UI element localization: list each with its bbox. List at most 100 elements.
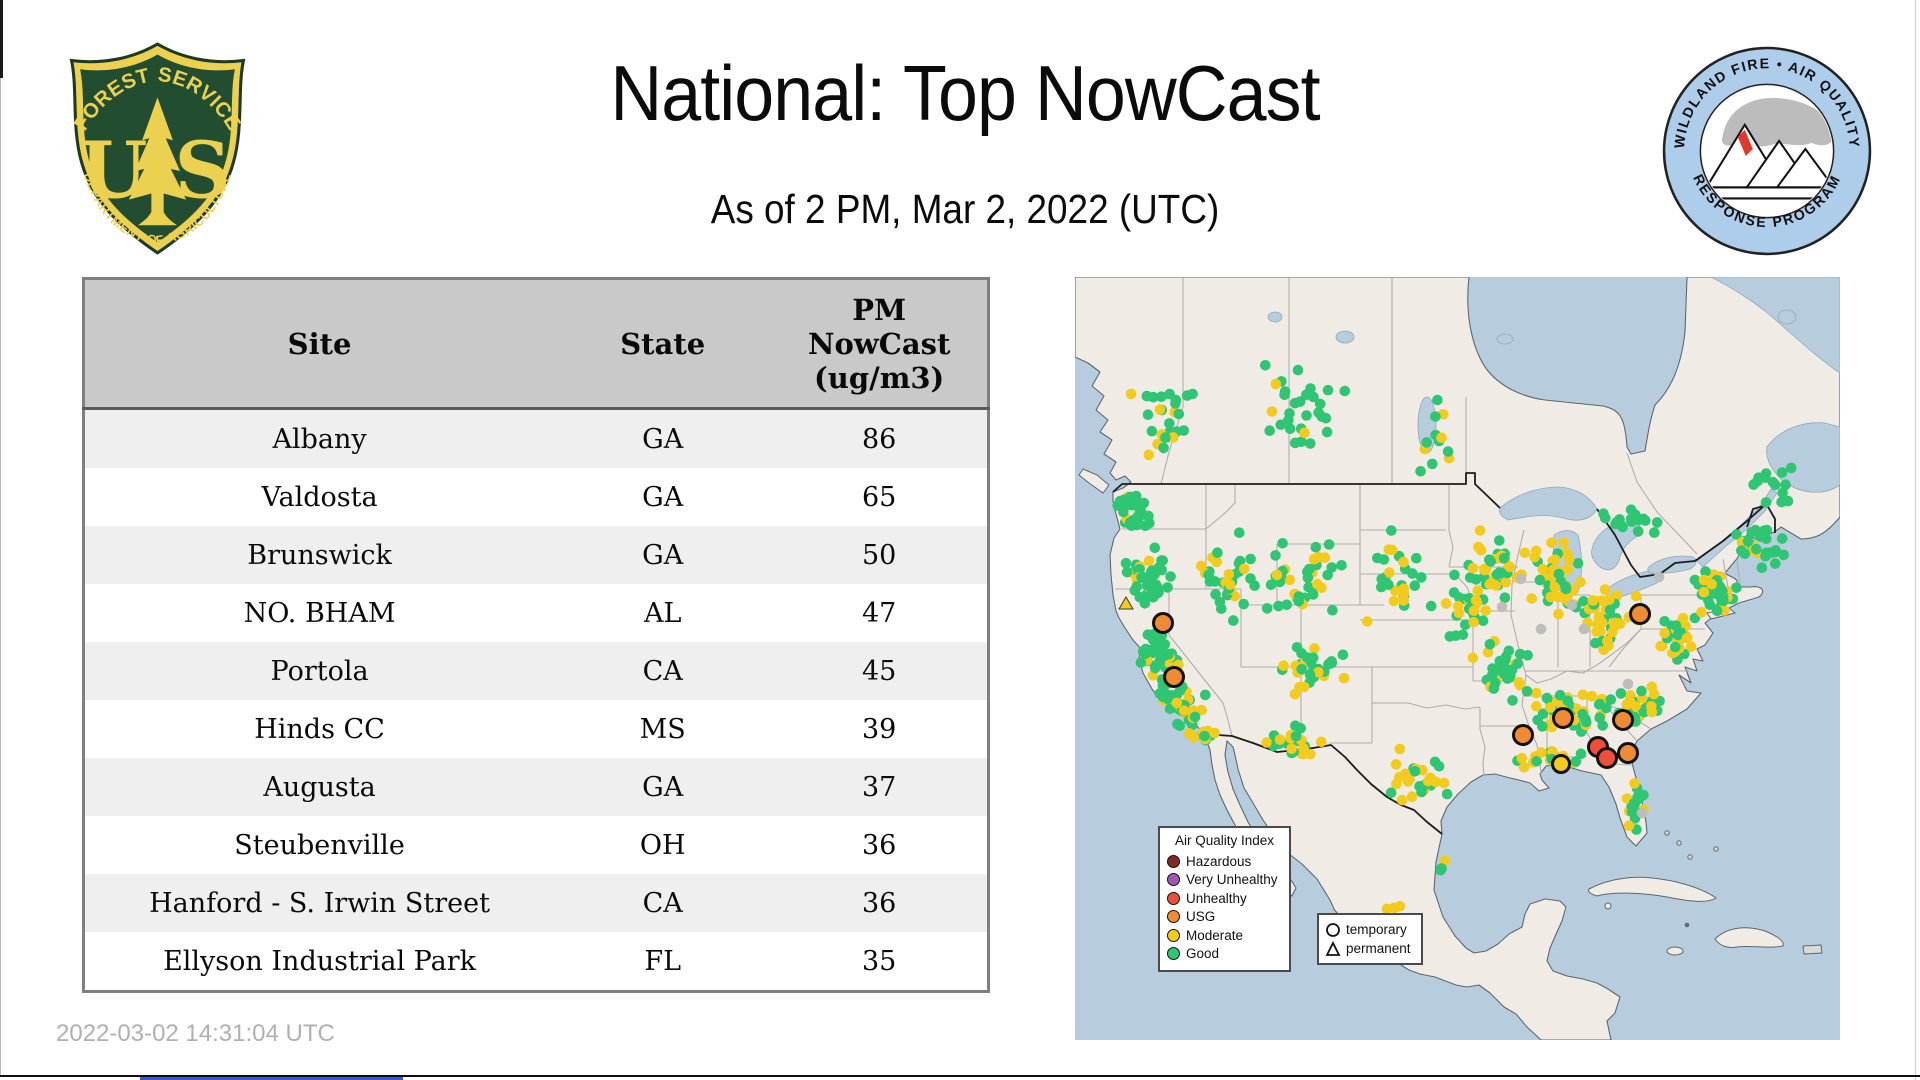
monitor-dot-moderate [1468,617,1479,628]
monitor-dot-good [1154,688,1165,699]
monitor-dot-good [1575,748,1587,760]
monitor-dot-good [1140,643,1151,655]
highlighted-monitor-usg [1612,709,1634,731]
monitor-dot-good [1212,547,1223,558]
monitor-dot-moderate [1479,564,1490,576]
monitor-dot-good [1323,539,1335,550]
monitor-dot-good [1498,552,1510,564]
aqi-legend-title: Air Quality Index [1174,833,1275,848]
monitor-dot-moderate [1531,687,1542,699]
monitor-dot-good [1780,479,1791,490]
site-cell: Ellyson Industrial Park [83,932,555,992]
monitor-dot-good [1279,386,1291,397]
monitor-dot-moderate [1562,564,1574,575]
state-cell: CA [554,874,772,932]
monitor-dot-moderate [1440,598,1452,609]
monitor-dot-good [1430,411,1441,422]
table-row: Steubenville OH 36 [83,816,989,874]
highlighted-monitor-usg [1617,742,1639,764]
monitor-dot-moderate [1518,761,1530,773]
monitor-dot-moderate [1563,554,1575,565]
monitor-dot-nodata [1578,623,1590,635]
state-cell: GA [554,526,772,584]
monitor-dot-good [1432,394,1443,406]
monitor-dot-good [1416,786,1427,798]
usfs-logo: FOREST SERVICE U S DEPARTMENT OF AGRICUL… [69,42,246,255]
monitor-dot-moderate [1308,553,1320,565]
monitor-dot-good [1277,538,1288,549]
monitor-dot-good [1632,526,1644,537]
symbol-label: temporary [1346,922,1407,937]
monitor-dot-good [1604,604,1616,616]
monitor-dot-good [1770,558,1781,569]
monitor-dot-good [1289,397,1301,409]
monitor-dot-good [1164,418,1175,429]
monitor-dot-moderate [1299,427,1310,439]
monitor-dot-moderate [1545,591,1556,603]
monitor-dot-good [1670,620,1682,631]
monitor-dot-good [1429,756,1441,768]
state-cell: MS [554,700,772,758]
monitor-dot-good [1135,504,1146,516]
monitor-dot-good [1484,639,1496,650]
col-header-site: Site [83,278,555,410]
monitor-dot-nodata [1566,599,1578,611]
monitor-dot-moderate [1681,632,1693,644]
aqi-legend-label: Moderate [1186,927,1244,943]
monitor-dot-good [1651,517,1663,528]
monitor-dot-good [1165,571,1176,582]
value-cell: 35 [771,932,989,992]
monitor-dot-good [1149,542,1161,554]
site-cell: Augusta [83,758,555,816]
monitor-dot-moderate [1125,388,1137,400]
page-title: National: Top NowCast [610,49,1320,137]
aqi-legend-item: Hazardous [1167,852,1282,871]
monitor-dot-good [1162,582,1173,593]
monitor-dot-moderate [1338,672,1350,684]
aqi-legend-label: Very Unhealthy [1186,872,1278,888]
monitor-dot-moderate [1470,595,1482,606]
monitor-dot-good [1290,731,1302,742]
monitor-dot-good [1512,658,1523,669]
monitor-dot-good [1477,615,1489,626]
highlighted-monitor-usg [1512,724,1534,746]
aqi-legend-label: Unhealthy [1186,890,1247,906]
monitor-dot-moderate [1274,734,1286,745]
monitor-dot-moderate [1500,577,1512,588]
monitor-dot-good [1522,650,1533,661]
monitor-dot-good [1448,587,1460,598]
monitor-dot-good [1120,557,1132,569]
monitor-dot-good [1321,426,1333,438]
usfs-letter-u: U [80,126,148,217]
monitor-dot-good [1378,554,1390,565]
monitor-dot-good [1187,388,1198,400]
slide: FOREST SERVICE U S DEPARTMENT OF AGRICUL… [0,0,1920,1080]
monitor-dot-good [1636,685,1647,697]
permanent-triangle-icon [1325,940,1341,956]
monitor-dot-moderate [1171,697,1183,709]
monitor-dot-moderate [1271,569,1283,581]
monitor-dot-good [1554,689,1566,701]
monitor-dot-good [1281,599,1292,611]
table-row: NO. BHAM AL 47 [83,584,989,642]
table-header-row: Site State PM NowCast (ug/m3) [83,278,989,410]
site-cell: Brunswick [83,526,555,584]
site-cell: Valdosta [83,468,555,526]
monitor-dot-moderate [1526,593,1537,604]
monitor-dot-good [1154,657,1166,668]
unhealthy-dot-icon [1167,891,1180,905]
monitor-dot-moderate [1239,563,1250,575]
monitor-dot-moderate [1143,555,1155,567]
monitor-dot-moderate [1519,547,1531,559]
monitor-dot-good [1649,527,1660,538]
moderate-dot-icon [1167,928,1180,942]
monitor-dot-moderate [1575,576,1586,588]
state-cell: AL [554,584,772,642]
monitor-dot-moderate [1289,688,1301,700]
table-row: Valdosta GA 65 [83,468,989,526]
monitor-dot-good [1415,466,1426,477]
monitor-dot-good [1409,580,1421,591]
monitor-dot-good [1146,425,1158,437]
symbol-legend: temporary permanent [1317,913,1423,965]
monitor-dot-moderate [1609,620,1621,631]
